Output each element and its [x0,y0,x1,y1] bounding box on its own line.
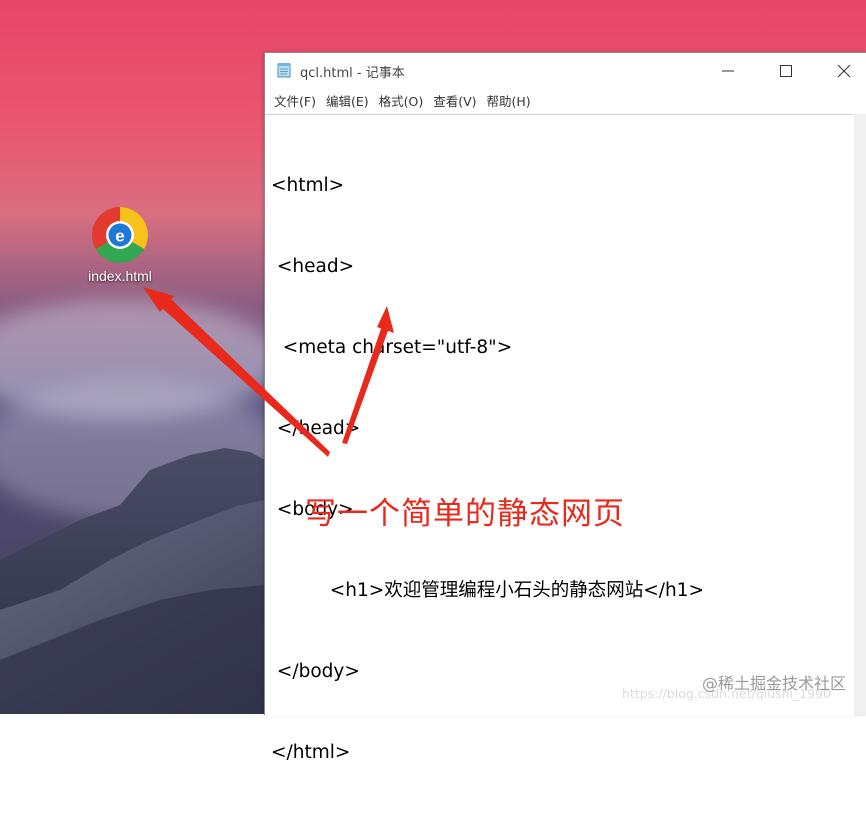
window-title: qcl.html - 记事本 [300,66,405,81]
code-line: <h1>欢迎管理编程小石头的静态网站</h1> [271,580,705,601]
menu-view[interactable]: 查看(V) [428,89,481,112]
code-line: </body> [271,661,360,682]
text-editor[interactable]: <html> <head> <meta charset="utf-8"> </h… [265,114,853,763]
title-bar[interactable]: qcl.html - 记事本 [265,53,866,88]
menu-format[interactable]: 格式(O) [374,89,429,112]
code-line: <meta charset="utf-8"> [271,337,513,358]
close-icon [837,64,851,78]
browser-e-icon: e [90,205,150,265]
notepad-icon [276,62,292,78]
maximize-button[interactable] [757,53,815,88]
code-line: <html> [271,175,345,196]
desktop-file-icon[interactable]: e index.html [80,205,160,295]
minimize-icon [722,70,734,72]
vertical-scrollbar[interactable] [854,114,866,715]
menu-file[interactable]: 文件(F) [269,89,321,112]
desktop-file-label: index.html [88,268,152,284]
code-line: </html> [271,742,351,763]
menu-edit[interactable]: 编辑(E) [321,89,374,112]
watermark: @稀土掘金技术社区 [701,674,846,693]
code-content: <html> <head> <meta charset="utf-8"> </h… [271,118,704,820]
annotation-text: 写一个简单的静态网页 [305,496,625,532]
notepad-window[interactable]: qcl.html - 记事本 文件(F) 编辑(E) 格式(O) 查看(V) 帮… [264,52,866,763]
code-line: </head> [271,418,361,439]
minimize-button[interactable] [699,53,757,88]
code-line: <head> [271,256,355,277]
menu-bar: 文件(F) 编辑(E) 格式(O) 查看(V) 帮助(H) [265,88,866,112]
svg-text:e: e [115,227,124,246]
close-button[interactable] [815,53,866,88]
menu-help[interactable]: 帮助(H) [482,89,536,112]
maximize-icon [780,65,792,77]
